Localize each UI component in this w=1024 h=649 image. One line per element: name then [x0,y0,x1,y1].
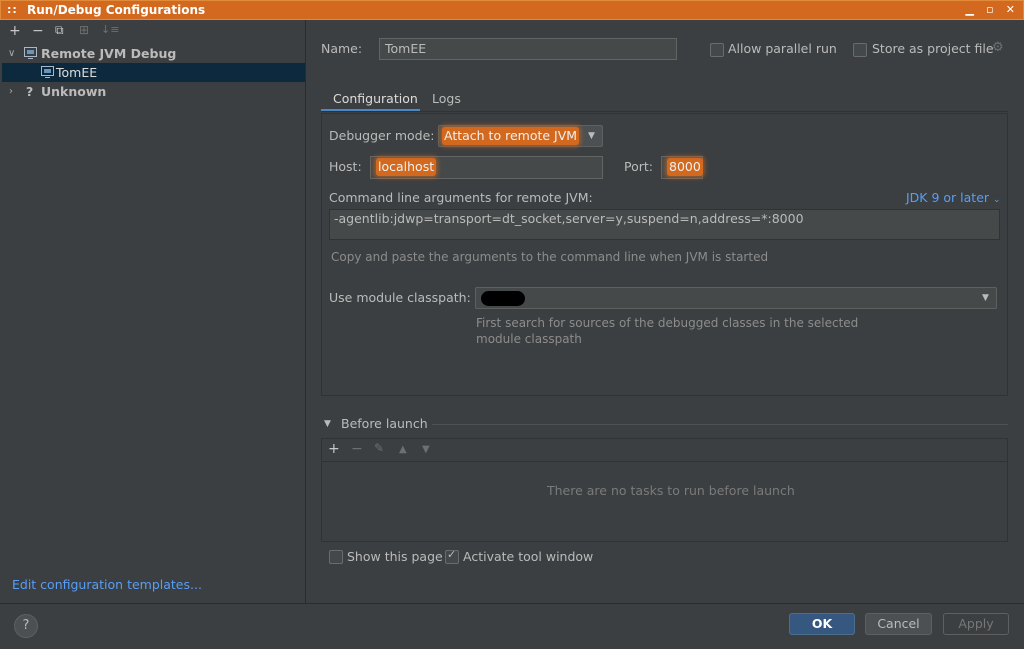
move-down-icon[interactable]: ▼ [422,444,430,455]
port-value: 8000 [667,158,703,176]
edit-task-icon[interactable]: ✎ [374,441,384,455]
chevron-down-icon[interactable]: ∨ [8,44,15,63]
cmd-args-field[interactable]: -agentlib:jdwp=transport=dt_socket,serve… [329,209,1000,240]
jdk-version-link[interactable]: JDK 9 or later ⌄ [906,190,1001,205]
tab-configuration[interactable]: Configuration [333,91,418,106]
tree-item-remote-jvm-debug[interactable]: ∨ Remote JVM Debug [2,44,305,63]
maximize-icon[interactable]: ▫ [986,3,993,16]
tree-item-tomee[interactable]: TomEE [2,63,305,82]
question-icon: ? [26,84,34,99]
minimize-icon[interactable]: ▁ [965,3,973,16]
allow-parallel-checkbox[interactable] [710,43,724,57]
before-launch-toolbar: + − ✎ ▲ ▼ [322,439,1007,462]
module-classpath-label: Use module classpath: [329,290,471,305]
port-field[interactable]: 8000 [661,156,703,179]
empty-tasks-message: There are no tasks to run before launch [547,483,795,498]
redacted-module-name [481,291,525,306]
window-title: Run/Debug Configurations [27,3,206,17]
apply-button[interactable]: Apply [943,613,1009,635]
allow-parallel-label: Allow parallel run [728,41,837,56]
store-project-file-checkbox[interactable] [853,43,867,57]
move-up-icon[interactable]: ▲ [399,444,407,455]
name-label: Name: [321,41,363,56]
tree-item-label: Remote JVM Debug [41,46,177,61]
host-value: localhost [376,158,437,176]
move-to-folder-icon[interactable]: ⊞ [79,23,89,37]
configuration-editor: Name: TomEE Allow parallel run Store as … [306,20,1020,603]
show-this-page-checkbox[interactable] [329,550,343,564]
name-field[interactable]: TomEE [379,38,677,60]
add-icon[interactable]: + [9,23,21,39]
activate-tool-window-checkbox[interactable] [445,548,459,564]
collapse-triangle-icon[interactable]: ▼ [324,419,331,429]
remote-jvm-icon [24,47,37,59]
debugger-mode-value: Attach to remote JVM [442,127,580,145]
copy-icon[interactable]: ⧉ [55,23,64,38]
host-field[interactable]: localhost [370,156,603,179]
tab-logs[interactable]: Logs [432,91,461,106]
tree-item-label: Unknown [41,84,107,99]
chevron-down-icon: ▼ [982,293,989,303]
config-icon [41,66,54,78]
edit-configuration-templates-link[interactable]: Edit configuration templates... [12,577,202,592]
module-classpath-hint-line1: First search for sources of the debugged… [476,316,859,330]
sort-icon[interactable]: ↓≡ [101,23,119,36]
module-classpath-dropdown[interactable]: ▼ [475,287,997,309]
cancel-button[interactable]: Cancel [865,613,932,635]
chevron-right-icon[interactable]: › [9,82,13,101]
show-this-page-label: Show this page [347,549,443,564]
help-button[interactable]: ? [14,614,38,638]
tree-item-label: TomEE [56,65,98,80]
activate-tool-window-label: Activate tool window [463,549,594,564]
cmd-args-label: Command line arguments for remote JVM: [329,190,593,205]
tree-item-unknown[interactable]: › ? Unknown [2,82,305,101]
debugger-mode-dropdown[interactable]: Attach to remote JVM ▼ [438,125,603,147]
module-classpath-hint-line2: module classpath [476,332,582,346]
port-label: Port: [624,159,653,174]
cmd-args-hint: Copy and paste the arguments to the comm… [331,250,769,264]
tree-toolbar: + − ⧉ ⊞ ↓≡ [2,20,305,42]
jdk-version-label: JDK 9 or later [906,190,990,205]
remove-task-icon[interactable]: − [351,441,363,457]
store-project-file-label: Store as project file [872,41,994,56]
add-task-icon[interactable]: + [328,441,340,457]
host-label: Host: [329,159,362,174]
before-launch-panel: + − ✎ ▲ ▼ There are no tasks to run befo… [321,438,1008,542]
before-launch-heading: Before launch [341,416,428,431]
ok-button[interactable]: OK [789,613,855,635]
remove-icon[interactable]: − [32,23,44,39]
debugger-mode-label: Debugger mode: [329,128,435,143]
close-icon[interactable]: ✕ [1006,3,1015,16]
configurations-tree-panel: + − ⧉ ⊞ ↓≡ ∨ Remote JVM Debug TomEE › ? … [2,20,306,603]
gear-icon[interactable]: ⚙ [992,40,1004,55]
chevron-down-icon: ⌄ [993,195,1001,205]
window-title-bar: :: Run/Debug Configurations ▁ ▫ ✕ [0,0,1024,20]
chevron-down-icon: ▼ [588,131,595,141]
drag-handle-icon[interactable]: :: [7,3,18,16]
